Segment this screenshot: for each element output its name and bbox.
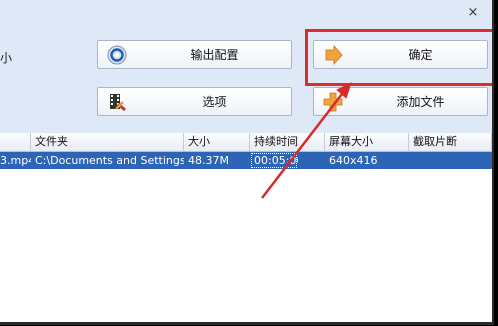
output-config-button[interactable]: 输出配置 bbox=[97, 40, 292, 69]
column-header-name[interactable] bbox=[0, 133, 31, 151]
column-header-screen-size[interactable]: 屏幕大小 bbox=[325, 133, 409, 151]
table-header: 文件夹 大小 持续时间 屏幕大小 截取片断 bbox=[0, 133, 492, 152]
cell-folder: C:\Documents and Settings\... bbox=[35, 154, 184, 167]
plus-icon bbox=[323, 92, 343, 112]
cell-duration: 00:05:00 bbox=[250, 152, 298, 169]
cell-screen-size: 640x416 bbox=[329, 154, 378, 167]
cell-name: 3.mp4 bbox=[0, 154, 31, 167]
close-icon[interactable]: × bbox=[466, 6, 480, 20]
partial-label: 小 bbox=[0, 51, 13, 65]
column-header-size[interactable]: 大小 bbox=[184, 133, 250, 151]
add-file-label: 添加文件 bbox=[396, 95, 445, 109]
options-button[interactable]: 选项 bbox=[97, 87, 292, 116]
column-header-clip[interactable]: 截取片断 bbox=[409, 133, 492, 151]
window: × 小 输出配置 选项 确定 添加文件 文件夹 大小 持续时间 屏幕大小 截取片… bbox=[0, 0, 494, 325]
cell-size: 48.37M bbox=[188, 154, 229, 167]
highlight-box bbox=[305, 29, 492, 86]
add-file-button[interactable]: 添加文件 bbox=[313, 87, 488, 116]
title-bar: × bbox=[0, 0, 492, 28]
options-label: 选项 bbox=[202, 95, 227, 109]
column-header-folder[interactable]: 文件夹 bbox=[31, 133, 184, 151]
film-tools-icon bbox=[110, 94, 126, 112]
table-row[interactable]: 3.mp4 C:\Documents and Settings\... 48.3… bbox=[0, 152, 492, 169]
output-config-label: 输出配置 bbox=[190, 48, 239, 62]
column-header-duration[interactable]: 持续时间 bbox=[250, 133, 325, 151]
cell-clip bbox=[409, 152, 492, 169]
file-list[interactable]: 文件夹 大小 持续时间 屏幕大小 截取片断 3.mp4 C:\Documents… bbox=[0, 133, 492, 322]
gear-icon bbox=[107, 45, 127, 65]
